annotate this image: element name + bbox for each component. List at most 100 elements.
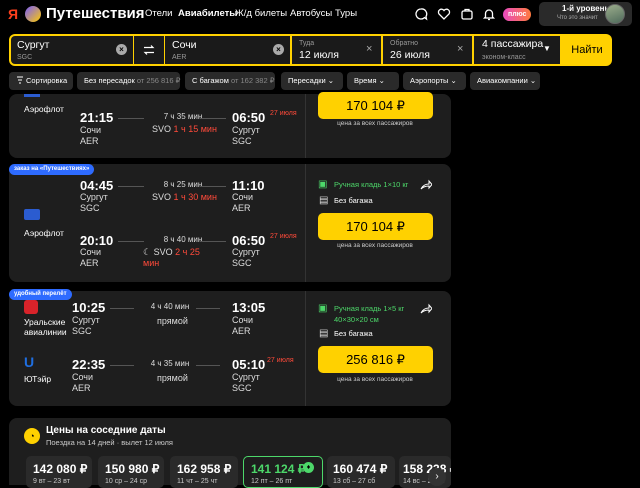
filter-transfers-label: Пересадки — [288, 76, 326, 85]
arr-time: 06:50 — [232, 110, 266, 125]
filter-baggage-label: С багажом — [192, 76, 229, 85]
yandex-logo-icon[interactable]: Я — [8, 6, 20, 22]
chevron-down-icon: ▼ — [543, 44, 551, 53]
user-level[interactable]: 1-й уровень — [562, 4, 609, 14]
route-line — [110, 308, 134, 309]
filter-transfers[interactable]: Пересадки ⌄ — [281, 72, 343, 90]
route-line — [200, 241, 226, 242]
baggage-label: Без багажа — [334, 329, 373, 338]
flight-duration: 4 ч 40 мин — [150, 302, 190, 311]
flight-duration: 4 ч 35 мин — [150, 359, 190, 368]
find-button[interactable]: Найти — [562, 34, 612, 66]
layover-time: 1 ч 30 мин — [173, 192, 217, 202]
airline-name: Уральские авиалинии — [24, 317, 67, 337]
arr-code: SGC — [232, 383, 252, 393]
route-line — [196, 308, 220, 309]
route-line — [118, 186, 144, 187]
flight-duration: 8 ч 25 мин — [163, 180, 203, 189]
direct-label: прямой — [157, 316, 188, 326]
dep-time: 22:35 — [72, 357, 106, 372]
date-price: 160 474 ₽ — [333, 462, 388, 476]
nav-tours[interactable]: Туры — [335, 8, 357, 20]
transfer-info: SVO 1 ч 30 мин — [152, 192, 222, 203]
airline-name: Аэрофлот — [24, 104, 64, 114]
chat-icon[interactable] — [414, 7, 428, 21]
utair-logo-icon: U — [24, 354, 35, 370]
passengers-class: эконом-класс — [482, 54, 526, 61]
sort-label: Сортировка — [26, 76, 68, 85]
heart-icon[interactable] — [437, 7, 451, 21]
scroll-right-button[interactable]: › — [428, 468, 446, 486]
flight-duration: 8 ч 40 мин — [163, 235, 203, 244]
clear-there-icon[interactable]: × — [366, 44, 372, 55]
nav-hotels[interactable]: Отели — [145, 8, 172, 20]
price-button[interactable]: 170 104 ₽ — [318, 213, 433, 240]
date-price: 142 080 ₽ — [33, 462, 88, 476]
dep-code: SGC — [80, 203, 100, 213]
via-airport: SVO — [153, 247, 173, 257]
nav-buses[interactable]: Автобусы — [290, 8, 332, 20]
arr-city: Сургут — [232, 372, 260, 382]
filter-airports[interactable]: Аэропорты ⌄ — [403, 72, 466, 90]
arr-code: AER — [232, 203, 251, 213]
route-line — [200, 186, 226, 187]
arr-time: 13:05 — [232, 300, 266, 315]
price-note: цена за всех пассажиров — [337, 242, 413, 249]
avatar[interactable] — [605, 4, 625, 24]
dep-city: Сочи — [80, 125, 102, 135]
sort-button[interactable]: Сортировка — [9, 72, 73, 90]
plus-badge[interactable]: плюс — [503, 8, 532, 21]
travel-logo-icon[interactable] — [25, 6, 41, 22]
no-baggage-icon: ▤ — [319, 328, 329, 339]
price-note: цена за всех пассажиров — [337, 376, 413, 383]
filter-airlines-label: Авиакомпании — [477, 76, 528, 85]
brand-title[interactable]: Путешествия — [46, 4, 145, 24]
price-button[interactable]: 256 816 ₽ — [318, 346, 433, 373]
dep-city: Сургут — [80, 192, 108, 202]
calendar-icon: ◔ — [24, 428, 40, 444]
flight-duration: 7 ч 35 мин — [163, 112, 203, 121]
carry-on-label: Ручная кладь 1×5 кг — [334, 304, 405, 313]
card-badge: удобный перелёт — [9, 289, 72, 300]
bell-icon[interactable] — [482, 7, 496, 21]
arr-city: Сургут — [232, 125, 260, 135]
from-code: SGC — [17, 54, 33, 61]
nav-trains[interactable]: Ж/д билеты — [235, 8, 287, 20]
via-airport: SVO — [152, 124, 172, 134]
route-line — [196, 365, 220, 366]
filter-airlines[interactable]: Авиакомпании ⌄ — [470, 72, 540, 90]
clear-from-icon[interactable]: × — [116, 44, 127, 55]
arr-city: Сочи — [232, 192, 254, 202]
layover-time: 1 ч 15 мин — [173, 124, 217, 134]
filter-time[interactable]: Время ⌄ — [347, 72, 399, 90]
filter-nonstop[interactable]: Без пересадок от 256 816 ₽ — [77, 72, 180, 90]
filter-airports-label: Аэропорты — [410, 76, 449, 85]
direct-label: прямой — [157, 373, 188, 383]
carry-on-icon: ▣ — [318, 179, 328, 190]
dep-time: 10:25 — [72, 300, 106, 315]
airline-name: ЮТэйр — [24, 374, 52, 384]
no-baggage-icon: ▤ — [319, 195, 329, 206]
arr-time: 05:10 — [232, 357, 266, 372]
swap-icon — [142, 43, 156, 57]
dep-time: 04:45 — [80, 178, 114, 193]
arr-code: SGC — [232, 258, 252, 268]
clear-to-icon[interactable]: × — [273, 44, 284, 55]
filter-baggage[interactable]: С багажом от 162 382 ₽ — [185, 72, 275, 90]
suitcase-icon[interactable] — [460, 7, 474, 21]
share-icon[interactable] — [420, 178, 433, 190]
price-button[interactable]: 170 104 ₽ — [318, 92, 433, 119]
share-icon[interactable] — [420, 302, 433, 314]
clear-back-icon[interactable]: × — [457, 44, 463, 55]
filter-baggage-price: от 162 382 ₽ — [230, 76, 275, 85]
transfer-info: SVO 1 ч 15 мин — [152, 124, 222, 135]
night-icon: ☾ — [143, 247, 152, 257]
date-price: 150 980 ₽ — [105, 462, 160, 476]
via-airport: SVO — [152, 192, 172, 202]
arr-time: 11:10 — [232, 178, 265, 193]
nav-avia[interactable]: Авиабилеты — [178, 8, 237, 20]
user-level-link[interactable]: Что это значит — [557, 14, 598, 22]
dep-city: Сочи — [72, 372, 94, 382]
card-badge: заказ на «Путешествиях» — [9, 164, 95, 175]
dep-code: AER — [72, 383, 91, 393]
